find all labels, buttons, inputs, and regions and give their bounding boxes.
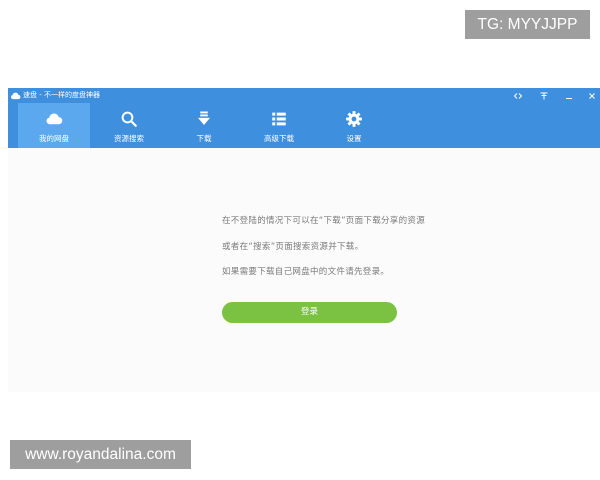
toolbar-item-download[interactable]: 下载 [168, 103, 240, 148]
list-icon [270, 110, 288, 128]
toolbar-item-settings[interactable]: 设置 [318, 103, 390, 148]
feedback-icon[interactable] [513, 91, 523, 101]
toolbar: 我的网盘 资源搜索 下载 高级下载 设置 [8, 103, 600, 148]
toolbar-item-label: 高级下载 [264, 134, 294, 143]
download-icon [195, 110, 213, 128]
pin-icon[interactable] [539, 91, 549, 101]
info-text-line: 在不登陆的情况下可以在“下载”页面下载分享的资源 [222, 216, 426, 226]
toolbar-item-label: 下载 [196, 134, 212, 143]
login-button[interactable]: 登录 [222, 302, 397, 323]
minimize-icon[interactable] [564, 91, 574, 101]
toolbar-item-label: 我的网盘 [39, 134, 69, 143]
cloud-icon [45, 110, 63, 128]
window-title: 速盘 - 不一样的度盘神器 [23, 91, 100, 99]
toolbar-item-label: 设置 [346, 134, 362, 143]
watermark-bottom-left: www.royandalina.com [10, 440, 191, 469]
toolbar-item-my-netdisk[interactable]: 我的网盘 [18, 103, 90, 148]
gear-icon [345, 110, 363, 128]
info-text-line: 或者在“搜索”页面搜索资源并下载。 [222, 242, 364, 252]
toolbar-item-advanced-download[interactable]: 高级下载 [243, 103, 315, 148]
app-cloud-icon [10, 91, 21, 100]
close-icon[interactable] [587, 91, 597, 101]
content-area: 在不登陆的情况下可以在“下载”页面下载分享的资源 或者在“搜索”页面搜索资源并下… [8, 148, 600, 392]
app-window: 速盘 - 不一样的度盘神器 我的网盘 资源搜索 下载 高级下载 设置 在不登陆的… [8, 88, 600, 392]
title-bar[interactable]: 速盘 - 不一样的度盘神器 [8, 88, 600, 103]
toolbar-item-label: 资源搜索 [114, 134, 144, 143]
watermark-top-right: TG: MYYJJPP [465, 10, 590, 39]
info-text-line: 如果需要下载自己网盘中的文件请先登录。 [222, 267, 390, 277]
search-icon [120, 110, 138, 128]
toolbar-item-resource-search[interactable]: 资源搜索 [93, 103, 165, 148]
